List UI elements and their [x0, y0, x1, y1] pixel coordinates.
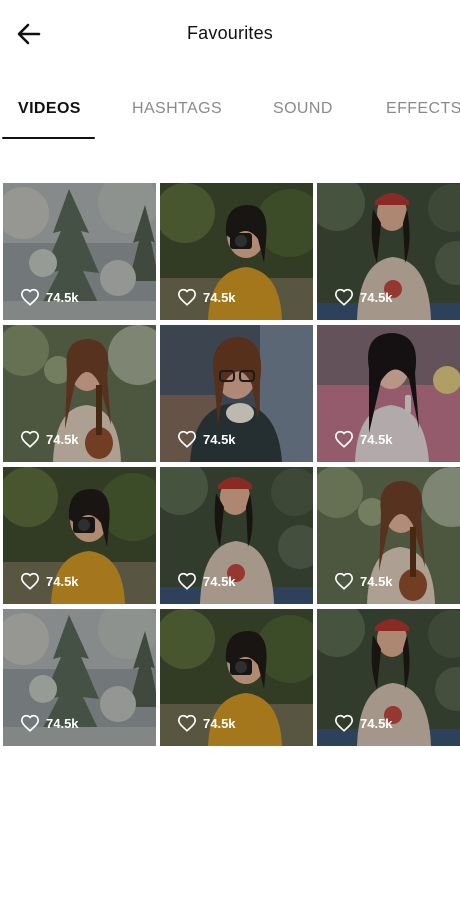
video-thumbnail[interactable]: 74.5k: [160, 467, 313, 604]
video-thumbnail[interactable]: 74.5k: [160, 609, 313, 746]
video-thumbnail[interactable]: 74.5k: [317, 325, 460, 462]
heart-outline-icon: [177, 714, 197, 732]
tab-bar: VIDEOS HASHTAGS SOUND EFFECTS: [0, 88, 460, 140]
video-thumbnail[interactable]: 74.5k: [3, 609, 156, 746]
video-thumbnail[interactable]: 74.5k: [3, 325, 156, 462]
tab-hashtags[interactable]: HASHTAGS: [132, 100, 222, 118]
like-count-value: 74.5k: [360, 431, 393, 447]
like-count: 74.5k: [20, 572, 79, 590]
heart-outline-icon: [20, 288, 40, 306]
video-thumbnail[interactable]: 74.5k: [160, 325, 313, 462]
like-count-value: 74.5k: [203, 715, 236, 731]
like-count: 74.5k: [177, 572, 236, 590]
like-count-value: 74.5k: [46, 573, 79, 589]
like-count: 74.5k: [20, 714, 79, 732]
heart-outline-icon: [334, 714, 354, 732]
heart-outline-icon: [334, 430, 354, 448]
heart-outline-icon: [177, 288, 197, 306]
like-count: 74.5k: [334, 714, 393, 732]
video-thumbnail[interactable]: 74.5k: [317, 183, 460, 320]
like-count-value: 74.5k: [203, 431, 236, 447]
like-count-value: 74.5k: [360, 715, 393, 731]
tab-effects[interactable]: EFFECTS: [386, 100, 460, 118]
heart-outline-icon: [20, 430, 40, 448]
like-count: 74.5k: [20, 288, 79, 306]
like-count-value: 74.5k: [360, 573, 393, 589]
like-count-value: 74.5k: [46, 431, 79, 447]
top-bar: Favourites: [0, 0, 460, 68]
video-thumbnail[interactable]: 74.5k: [3, 183, 156, 320]
like-count-value: 74.5k: [203, 573, 236, 589]
tab-sound[interactable]: SOUND: [273, 100, 333, 118]
like-count-value: 74.5k: [46, 715, 79, 731]
active-tab-indicator: [2, 137, 95, 139]
like-count: 74.5k: [20, 430, 79, 448]
heart-outline-icon: [334, 288, 354, 306]
page-title: Favourites: [186, 23, 274, 43]
heart-outline-icon: [20, 572, 40, 590]
like-count-value: 74.5k: [203, 289, 236, 305]
video-thumbnail[interactable]: 74.5k: [317, 609, 460, 746]
like-count: 74.5k: [177, 714, 236, 732]
video-thumbnail[interactable]: 74.5k: [3, 467, 156, 604]
like-count-value: 74.5k: [360, 289, 393, 305]
video-thumbnail[interactable]: 74.5k: [160, 183, 313, 320]
like-count: 74.5k: [177, 288, 236, 306]
like-count: 74.5k: [334, 430, 393, 448]
heart-outline-icon: [177, 572, 197, 590]
like-count: 74.5k: [334, 288, 393, 306]
heart-outline-icon: [177, 430, 197, 448]
like-count: 74.5k: [177, 430, 236, 448]
tab-videos[interactable]: VIDEOS: [18, 100, 81, 118]
heart-outline-icon: [20, 714, 40, 732]
heart-outline-icon: [334, 572, 354, 590]
video-thumbnail[interactable]: 74.5k: [317, 467, 460, 604]
like-count: 74.5k: [334, 572, 393, 590]
like-count-value: 74.5k: [46, 289, 79, 305]
